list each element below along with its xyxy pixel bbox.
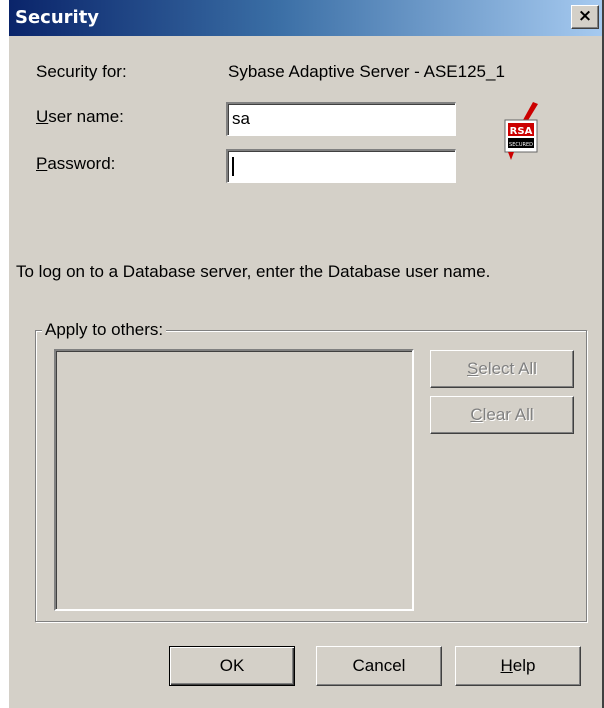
cancel-button[interactable]: Cancel [316, 646, 442, 686]
user-name-value: sa [232, 109, 250, 128]
ok-button[interactable]: OK [169, 646, 295, 686]
security-dialog: Security × Security for: Sybase Adaptive… [8, 0, 604, 708]
clear-all-label-text: lear All [482, 405, 534, 424]
user-name-label: User name: [36, 107, 124, 127]
security-for-value: Sybase Adaptive Server - ASE125_1 [228, 62, 505, 81]
select-all-label-text: elect All [478, 359, 537, 378]
user-name-mnemonic: U [36, 107, 49, 126]
help-label: Help [501, 647, 536, 684]
close-button[interactable]: × [571, 5, 599, 29]
help-label-text: elp [512, 656, 536, 675]
password-input[interactable] [226, 149, 456, 183]
rsa-badge-line2: SECURED [509, 142, 533, 148]
rsa-secured-icon: RSA SECURED [501, 102, 541, 164]
apply-to-others-list[interactable] [54, 349, 414, 611]
hint-text: To log on to a Database server, enter th… [16, 262, 491, 281]
password-label: Password: [36, 154, 115, 174]
user-name-input[interactable]: sa [226, 102, 456, 136]
security-for-label: Security for: [36, 62, 127, 81]
select-all-mnemonic: S [467, 359, 479, 378]
clear-all-button[interactable]: Clear All [430, 396, 574, 434]
cancel-label: Cancel [352, 656, 406, 675]
clear-all-mnemonic: C [470, 405, 483, 424]
select-all-label: Select All [467, 351, 537, 386]
help-mnemonic: H [500, 656, 513, 675]
text-caret [232, 157, 234, 176]
title-bar[interactable]: Security × [9, 0, 602, 36]
clear-all-label: Clear All [470, 397, 533, 432]
apply-to-others-group: Apply to others: Select All Clear All [35, 320, 587, 622]
select-all-button[interactable]: Select All [430, 350, 574, 388]
password-mnemonic: P [36, 154, 48, 173]
apply-to-others-label: Apply to others: [42, 320, 167, 340]
ok-label: OK [219, 656, 245, 675]
user-name-label-text: ser name: [48, 107, 124, 126]
help-button[interactable]: Help [455, 646, 581, 686]
close-icon: × [577, 6, 593, 26]
window-title: Security [15, 7, 100, 28]
password-label-text: assword: [47, 154, 116, 173]
rsa-badge-line1: RSA [510, 126, 533, 137]
